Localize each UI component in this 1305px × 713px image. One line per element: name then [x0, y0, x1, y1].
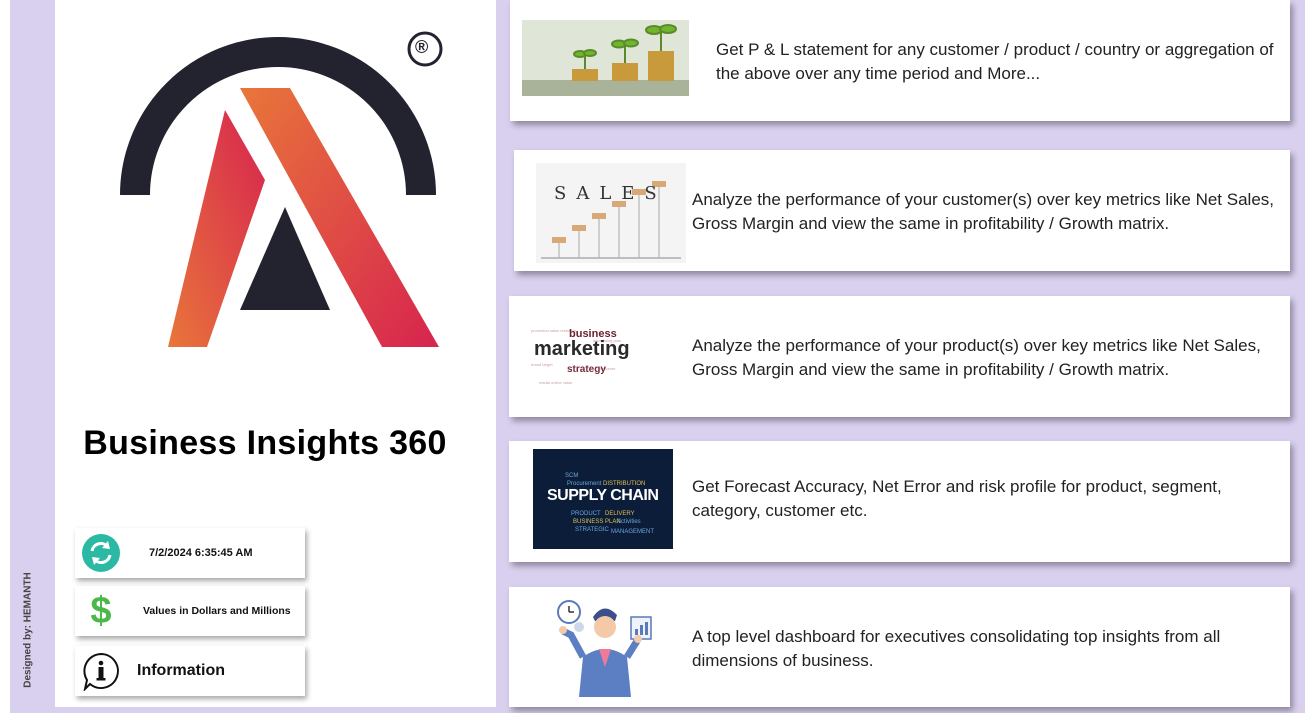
left-edge-strip — [0, 0, 10, 713]
svg-text:PRODUCT: PRODUCT — [571, 511, 601, 517]
svg-text:DELIVERY: DELIVERY — [605, 511, 635, 517]
marketing-wordcloud-image: promotion sales research advertising pla… — [529, 320, 649, 392]
designer-credit: Designed by: HEMANTH — [14, 560, 42, 700]
refresh-card[interactable]: 7/2/2024 6:35:45 AM — [75, 528, 305, 578]
refresh-icon — [75, 533, 127, 573]
feature-description: A top level dashboard for executives con… — [692, 627, 1221, 670]
currency-card: $ Values in Dollars and Millions — [75, 586, 305, 636]
svg-text:brand target: brand target — [531, 362, 553, 367]
svg-text:STRATEGIC: STRATEGIC — [575, 527, 610, 533]
svg-text:media online value: media online value — [539, 380, 573, 385]
feature-description: Analyze the performance of your customer… — [692, 190, 1274, 233]
svg-text:SCM: SCM — [565, 473, 578, 479]
feature-card-customer[interactable]: SALES Analyze the performance of your cu… — [514, 150, 1290, 271]
title-panel: ® Business Insights 360 7/2/2024 6:35:45… — [55, 0, 496, 707]
svg-text:Activities: Activities — [617, 519, 641, 525]
brand-logo: ® — [110, 15, 450, 355]
currency-note: Values in Dollars and Millions — [143, 605, 291, 617]
designer-credit-text: Designed by: HEMANTH — [22, 572, 34, 688]
refresh-time: 7/2/2024 6:35:45 AM — [149, 547, 253, 559]
svg-text:BUSINESS PLAN: BUSINESS PLAN — [573, 519, 621, 525]
feature-card-executive[interactable]: A top level dashboard for executives con… — [509, 587, 1290, 707]
feature-description: Get Forecast Accuracy, Net Error and ris… — [692, 477, 1222, 520]
supply-chain-title: SUPPLY CHAIN — [547, 487, 659, 504]
app-title: Business Insights 360 — [83, 424, 447, 462]
wordcloud-word-marketing: marketing — [534, 338, 630, 360]
info-icon — [75, 651, 127, 691]
sales-steps-text: SALES — [554, 183, 667, 204]
feature-description: Analyze the performance of your product(… — [692, 336, 1261, 379]
dollar-icon: $ — [90, 590, 112, 632]
information-button[interactable]: Information — [75, 646, 305, 696]
feature-card-product[interactable]: promotion sales research advertising pla… — [509, 296, 1290, 417]
feature-card-supply-chain[interactable]: SCM Procurement DISTRIBUTION PRODUCT DELIV… — [509, 441, 1290, 562]
feature-description: Get P & L statement for any customer / p… — [716, 40, 1274, 83]
svg-text:MANAGEMENT: MANAGEMENT — [611, 529, 654, 535]
executive-illustration — [549, 597, 659, 697]
coin-plants-image — [522, 20, 689, 96]
supply-chain-image: SCM Procurement DISTRIBUTION PRODUCT DELIV… — [533, 449, 673, 549]
wordcloud-word-strategy: strategy — [567, 364, 606, 375]
registered-mark: ® — [415, 37, 429, 57]
sales-steps-image: SALES — [536, 163, 686, 263]
information-label: Information — [137, 662, 225, 679]
feature-card-pl[interactable]: Get P & L statement for any customer / p… — [510, 0, 1290, 121]
